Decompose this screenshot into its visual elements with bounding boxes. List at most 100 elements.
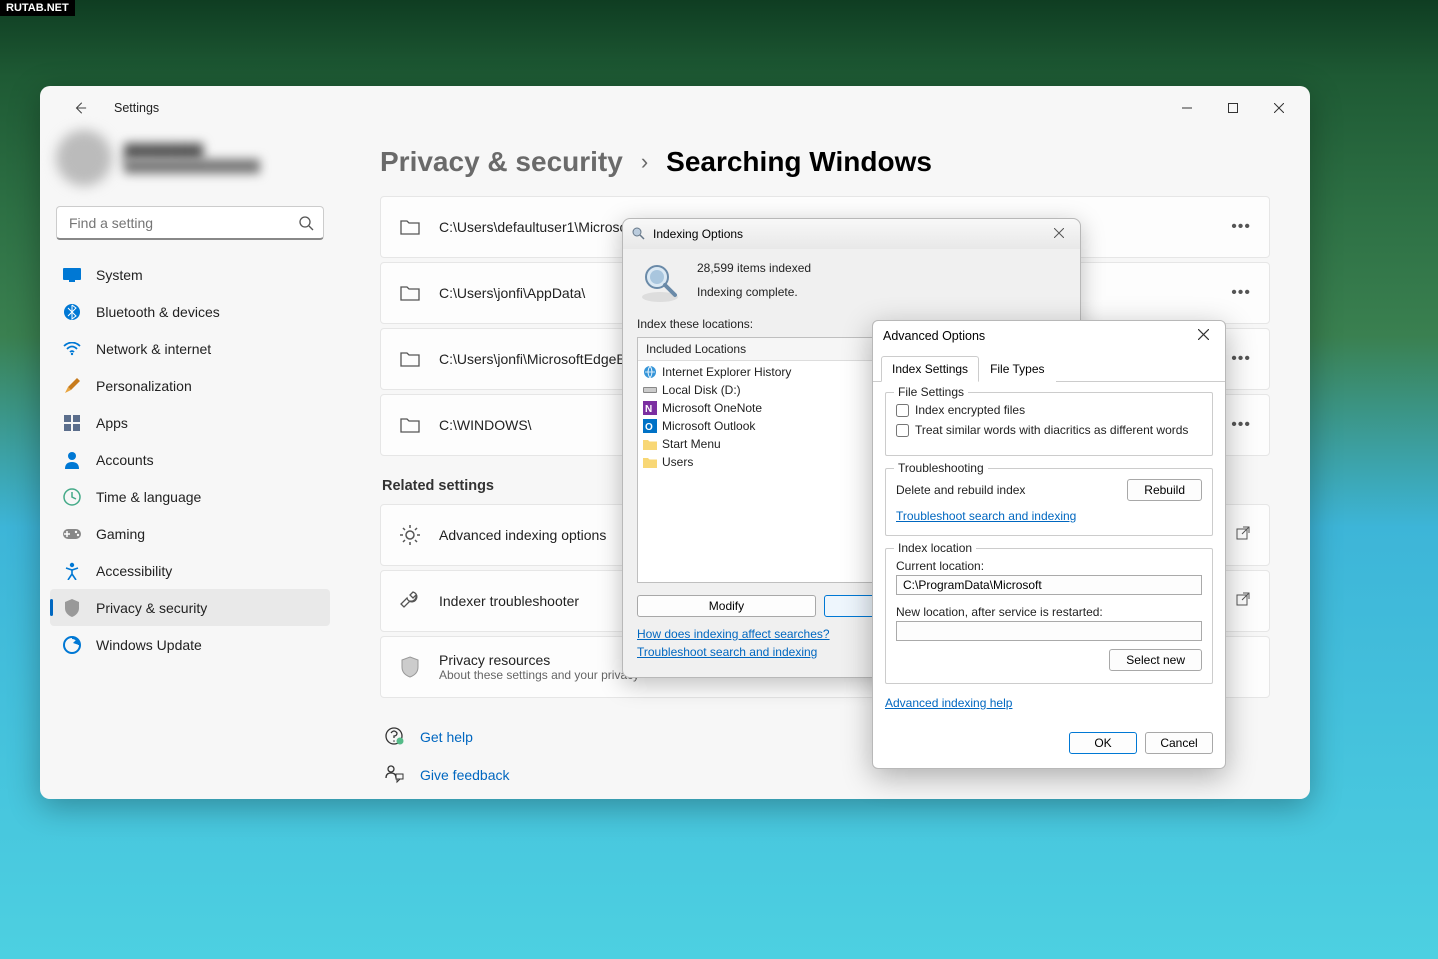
display-icon xyxy=(62,265,82,285)
close-button[interactable] xyxy=(1256,90,1302,126)
folder-icon xyxy=(399,216,421,238)
nav-update[interactable]: Windows Update xyxy=(50,626,330,663)
troubleshooting-group: Troubleshooting Delete and rebuild index… xyxy=(885,468,1213,536)
chevron-right-icon: › xyxy=(641,149,648,175)
user-name: ████████ xyxy=(124,143,260,159)
breadcrumb-parent[interactable]: Privacy & security xyxy=(380,146,623,178)
advanced-options-dialog: Advanced Options Index Settings File Typ… xyxy=(872,320,1226,769)
troubleshooting-legend: Troubleshooting xyxy=(894,461,988,475)
accessibility-icon xyxy=(62,561,82,581)
troubleshoot-search-link[interactable]: Troubleshoot search and indexing xyxy=(896,509,1076,523)
feedback-icon xyxy=(384,764,406,786)
new-location-input[interactable] xyxy=(896,621,1202,641)
watermark: RUTAB.NET xyxy=(0,0,75,16)
cancel-button[interactable]: Cancel xyxy=(1145,732,1213,754)
settings-titlebar: Settings xyxy=(40,86,1310,130)
clock-icon xyxy=(62,487,82,507)
settings-nav: System Bluetooth & devices Network & int… xyxy=(40,256,340,663)
more-icon[interactable]: ••• xyxy=(1231,416,1251,434)
paintbrush-icon xyxy=(62,376,82,396)
search-input[interactable] xyxy=(56,206,324,240)
nav-accessibility[interactable]: Accessibility xyxy=(50,552,330,589)
nav-accounts[interactable]: Accounts xyxy=(50,441,330,478)
index-location-legend: Index location xyxy=(894,541,976,555)
advanced-dialog-titlebar: Advanced Options xyxy=(873,321,1225,351)
disk-icon xyxy=(642,382,658,398)
more-icon[interactable]: ••• xyxy=(1231,350,1251,368)
indexing-dialog-titlebar: Indexing Options xyxy=(623,219,1080,249)
current-location-label: Current location: xyxy=(896,559,1202,573)
gear-icon xyxy=(399,524,421,546)
file-settings-group: File Settings Index encrypted files Trea… xyxy=(885,392,1213,456)
nav-time[interactable]: Time & language xyxy=(50,478,330,515)
nav-privacy[interactable]: Privacy & security xyxy=(50,589,330,626)
nav-gaming[interactable]: Gaming xyxy=(50,515,330,552)
onenote-icon: N xyxy=(642,400,658,416)
settings-search xyxy=(56,206,324,240)
folder-icon xyxy=(642,454,658,470)
apps-icon xyxy=(62,413,82,433)
diacritics-checkbox[interactable] xyxy=(896,424,909,437)
update-icon xyxy=(62,635,82,655)
outlook-icon: O xyxy=(642,418,658,434)
ok-button[interactable]: OK xyxy=(1069,732,1137,754)
svg-text:N: N xyxy=(645,404,652,415)
nav-personalization[interactable]: Personalization xyxy=(50,367,330,404)
more-icon[interactable]: ••• xyxy=(1231,284,1251,302)
person-icon xyxy=(62,450,82,470)
external-link-icon xyxy=(1235,591,1251,612)
gamepad-icon xyxy=(62,524,82,544)
nav-system[interactable]: System xyxy=(50,256,330,293)
indexing-dialog-title: Indexing Options xyxy=(653,227,743,241)
wifi-icon xyxy=(62,339,82,359)
advanced-tabs: Index Settings File Types xyxy=(873,355,1225,382)
index-encrypted-checkbox[interactable] xyxy=(896,404,909,417)
folder-icon xyxy=(399,414,421,436)
external-link-icon xyxy=(1235,525,1251,546)
index-location-group: Index location Current location: New loc… xyxy=(885,548,1213,684)
folder-icon xyxy=(642,436,658,452)
breadcrumb: Privacy & security › Searching Windows xyxy=(380,146,1270,178)
rebuild-button[interactable]: Rebuild xyxy=(1127,479,1202,501)
modify-button[interactable]: Modify xyxy=(637,595,816,617)
tab-index-settings[interactable]: Index Settings xyxy=(881,356,979,382)
close-icon[interactable] xyxy=(1046,223,1072,245)
shield-icon xyxy=(62,598,82,618)
window-controls xyxy=(1164,90,1302,126)
svg-text:O: O xyxy=(645,422,653,433)
folder-icon xyxy=(399,282,421,304)
back-arrow-icon xyxy=(73,101,87,115)
settings-sidebar: ████████ ████████████████ System Bluetoo… xyxy=(40,130,340,799)
index-magnify-icon xyxy=(637,259,683,305)
folder-icon xyxy=(399,348,421,370)
file-settings-legend: File Settings xyxy=(894,385,968,399)
advanced-dialog-title: Advanced Options xyxy=(883,329,985,343)
ie-icon xyxy=(642,364,658,380)
select-new-button[interactable]: Select new xyxy=(1109,649,1202,671)
search-icon xyxy=(298,215,314,236)
tab-file-types[interactable]: File Types xyxy=(979,356,1055,382)
current-location-input xyxy=(896,575,1202,595)
back-button[interactable] xyxy=(64,92,96,124)
bluetooth-icon xyxy=(62,302,82,322)
user-profile[interactable]: ████████ ████████████████ xyxy=(40,130,340,198)
more-icon[interactable]: ••• xyxy=(1231,218,1251,236)
maximize-button[interactable] xyxy=(1210,90,1256,126)
nav-bluetooth[interactable]: Bluetooth & devices xyxy=(50,293,330,330)
user-avatar xyxy=(56,130,112,186)
nav-network[interactable]: Network & internet xyxy=(50,330,330,367)
help-icon xyxy=(384,726,406,748)
advanced-indexing-help-link[interactable]: Advanced indexing help xyxy=(885,696,1012,710)
items-indexed-label: 28,599 items indexed xyxy=(697,261,811,275)
user-email: ████████████████ xyxy=(124,159,260,173)
new-location-label: New location, after service is restarted… xyxy=(896,605,1202,619)
page-title: Searching Windows xyxy=(666,146,932,178)
nav-apps[interactable]: Apps xyxy=(50,404,330,441)
magnifier-icon xyxy=(631,226,647,242)
indexing-status: Indexing complete. xyxy=(697,285,811,299)
close-icon[interactable] xyxy=(1192,327,1215,345)
shield-outline-icon xyxy=(399,656,421,678)
settings-window-title: Settings xyxy=(114,101,159,115)
minimize-button[interactable] xyxy=(1164,90,1210,126)
wrench-icon xyxy=(399,590,421,612)
